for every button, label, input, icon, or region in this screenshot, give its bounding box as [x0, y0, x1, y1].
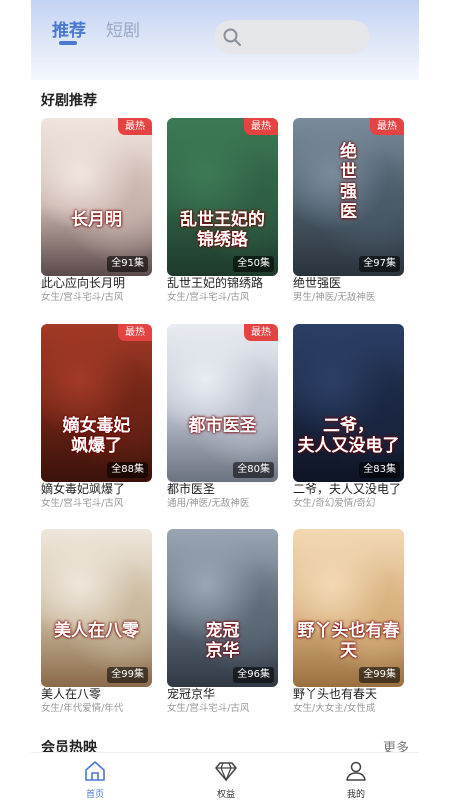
- episode-count: 全99集: [359, 667, 400, 683]
- section-title-recommended: 好剧推荐: [41, 93, 97, 109]
- drama-poster[interactable]: 绝 世 强 医最热全97集: [293, 118, 404, 276]
- drama-card[interactable]: 野丫头也有春天全99集 野丫头也有春天女生/大女主/女性成: [293, 529, 404, 719]
- drama-poster[interactable]: 野丫头也有春天全99集: [293, 529, 404, 687]
- drama-title[interactable]: 乱世王妃的锦绣路: [167, 276, 297, 291]
- poster-title-art: 长月明: [71, 210, 122, 230]
- tab-benefits[interactable]: 权益: [196, 759, 256, 800]
- episode-count: 全96集: [233, 667, 274, 683]
- drama-tags: 女生/大女主/女性成: [293, 703, 376, 714]
- episode-count: 全80集: [233, 462, 274, 478]
- app-screen: 推荐 短剧 好剧推荐 长月明 最热 全91集 此心应向长月明 女生/宫斗宅斗/古风 乱世王…: [31, 0, 419, 800]
- hot-badge: 最热: [244, 118, 278, 135]
- drama-poster[interactable]: 美人在八零全99集: [41, 529, 152, 687]
- drama-card[interactable]: 都市医圣 最热全80集 都市医圣通用/神医/无敌神医: [167, 324, 278, 514]
- drama-poster[interactable]: 乱世王妃的 锦绣路 最热全50集: [167, 118, 278, 276]
- poster-image: [293, 324, 404, 482]
- tab-home-label: 首页: [85, 790, 104, 800]
- drama-tags: 女生/宫斗宅斗/古风: [41, 498, 124, 509]
- diamond-icon: [215, 762, 237, 782]
- poster-title-art: 野丫头也有春天: [297, 621, 400, 661]
- tab-profile[interactable]: 我的: [326, 759, 386, 800]
- tab-short-drama[interactable]: 短剧: [106, 16, 140, 41]
- poster-title-art: 绝 世 强 医: [340, 142, 357, 222]
- tab-benefits-label: 权益: [216, 790, 235, 800]
- tab-home[interactable]: 首页: [65, 759, 125, 800]
- poster-image: [41, 529, 152, 687]
- drama-title[interactable]: 野丫头也有春天: [293, 687, 419, 702]
- poster-image: [41, 324, 152, 482]
- drama-tags: 女生/宫斗宅斗/古风: [167, 703, 250, 714]
- right-margin: [419, 0, 450, 800]
- poster-image: [293, 529, 404, 687]
- episode-count: 全97集: [359, 256, 400, 272]
- drama-tags: 女生/奇幻爱情/奇幻: [293, 498, 376, 509]
- episode-count: 全99集: [107, 667, 148, 683]
- drama-card[interactable]: 嫡女毒妃 飒爆了 最热 全88集 嫡女毒妃飒爆了 女生/宫斗宅斗/古风: [41, 324, 152, 514]
- episode-count: 全88集: [107, 462, 148, 478]
- drama-title[interactable]: 此心应向长月明: [41, 276, 171, 291]
- poster-image: [167, 118, 278, 276]
- episode-count: 全83集: [359, 462, 400, 478]
- poster-title-art: 乱世王妃的 锦绣路: [180, 210, 265, 250]
- drama-title[interactable]: 嫡女毒妃飒爆了: [41, 482, 171, 497]
- drama-card[interactable]: 绝 世 强 医最热 全97集 绝世强医 男生/神医/无敌神医: [293, 118, 404, 308]
- drama-poster[interactable]: 都市医圣 最热全80集: [167, 324, 278, 482]
- poster-image: [41, 118, 152, 276]
- hot-badge: 最热: [244, 324, 278, 341]
- home-icon: [85, 761, 105, 781]
- drama-poster[interactable]: 嫡女毒妃 飒爆了 最热全88集: [41, 324, 152, 482]
- profile-icon: [346, 761, 366, 781]
- poster-title-art: 宠冠 京华: [205, 621, 240, 661]
- drama-poster[interactable]: 长月明 最热全91集: [41, 118, 152, 276]
- episode-count: 全50集: [233, 256, 274, 272]
- drama-tags: 男生/神医/无敌神医: [293, 292, 376, 303]
- left-margin: [0, 0, 31, 800]
- search-icon: [223, 28, 241, 46]
- hot-badge: 最热: [118, 118, 152, 135]
- poster-title-art: 美人在八零: [54, 621, 139, 641]
- drama-tags: 女生/年代爱情/年代: [41, 703, 124, 714]
- poster-title-art: 二爷， 夫人又没电了: [297, 416, 400, 456]
- poster-title-art: 嫡女毒妃 飒爆了: [62, 416, 131, 456]
- bottom-tab-bar: 首页 权益 我的: [31, 752, 419, 800]
- poster-image: [167, 529, 278, 687]
- drama-title[interactable]: 二爷，夫人又没电了: [293, 482, 419, 497]
- drama-poster[interactable]: 二爷， 夫人又没电了全83集: [293, 324, 404, 482]
- top-header: 推荐 短剧: [31, 0, 419, 80]
- drama-poster[interactable]: 宠冠 京华全96集: [167, 529, 278, 687]
- drama-tags: 女生/宫斗宅斗/古风: [167, 292, 250, 303]
- hot-badge: 最热: [118, 324, 152, 341]
- drama-card[interactable]: 二爷， 夫人又没电了 全83集 二爷，夫人又没电了 女生/奇幻爱情/奇幻: [293, 324, 404, 514]
- drama-title[interactable]: 都市医圣: [167, 482, 297, 497]
- drama-card[interactable]: 宠冠 京华 全96集 宠冠京华 女生/宫斗宅斗/古风: [167, 529, 278, 719]
- drama-title[interactable]: 绝世强医: [293, 276, 419, 291]
- search-input[interactable]: [214, 20, 370, 54]
- drama-card[interactable]: 美人在八零全99集 美人在八零女生/年代爱情/年代: [41, 529, 152, 719]
- hot-badge: 最热: [370, 118, 404, 135]
- poster-title-art: 都市医圣: [188, 416, 257, 436]
- tab-profile-label: 我的: [346, 790, 365, 800]
- drama-tags: 女生/宫斗宅斗/古风: [41, 292, 124, 303]
- active-tab-indicator: [59, 41, 77, 45]
- drama-card[interactable]: 长月明 最热 全91集 此心应向长月明 女生/宫斗宅斗/古风: [41, 118, 152, 308]
- drama-card[interactable]: 乱世王妃的 锦绣路 最热 全50集 乱世王妃的锦绣路 女生/宫斗宅斗/古风: [167, 118, 278, 308]
- drama-tags: 通用/神医/无敌神医: [167, 498, 250, 509]
- episode-count: 全91集: [107, 256, 148, 272]
- poster-image: [167, 324, 278, 482]
- tab-recommend[interactable]: 推荐: [52, 16, 86, 41]
- drama-title[interactable]: 美人在八零: [41, 687, 171, 702]
- drama-title[interactable]: 宠冠京华: [167, 687, 297, 702]
